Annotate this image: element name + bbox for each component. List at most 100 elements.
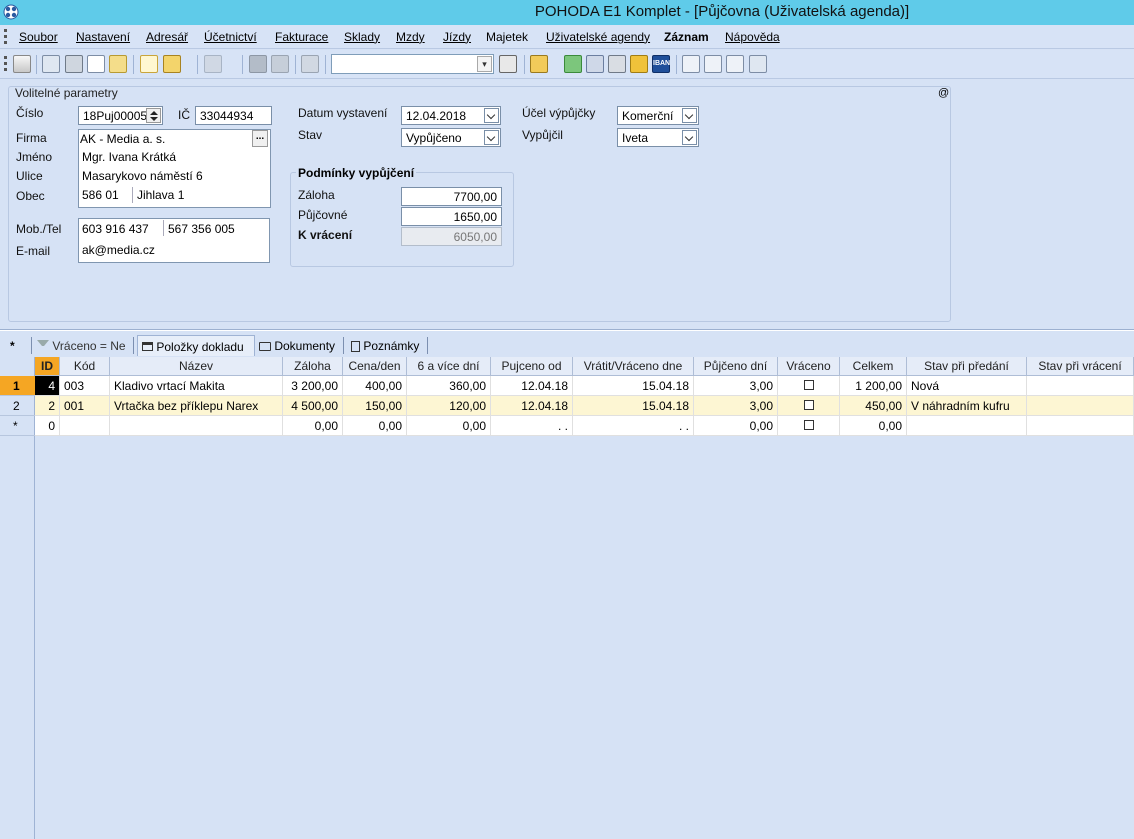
vraceno-checkbox[interactable] (803, 380, 814, 390)
datum-field[interactable]: 12.04.2018 (401, 106, 501, 125)
help-pointer-icon[interactable] (749, 55, 767, 73)
exit-icon[interactable] (13, 55, 31, 73)
menu-sklady[interactable]: Sklady (344, 30, 380, 44)
row-header[interactable]: 1 (0, 376, 35, 396)
col-cena-den[interactable]: Cena/den (343, 357, 407, 376)
chevron-down-icon[interactable]: ▾ (477, 56, 492, 72)
back-arrow-icon[interactable] (204, 55, 222, 73)
cell-vraceno[interactable] (778, 396, 840, 416)
number-spinner-icon[interactable] (146, 108, 161, 123)
row-header[interactable]: 2 (0, 396, 35, 416)
print-icon[interactable] (65, 55, 83, 73)
menu-napoveda[interactable]: Nápověda (725, 30, 780, 44)
coins-icon[interactable] (630, 55, 648, 73)
col-nazev[interactable]: Název (110, 357, 283, 376)
menu-mzdy[interactable]: Mzdy (396, 30, 425, 44)
pujcovne-field[interactable]: 1650,00 (401, 207, 502, 226)
cell-vraceni[interactable] (1027, 376, 1134, 396)
cell-nazev[interactable]: Kladivo vrtací Makita (110, 376, 283, 396)
row-header[interactable]: * (0, 416, 35, 436)
cell-vratit[interactable]: 15.04.18 (573, 396, 694, 416)
cell-cena[interactable]: 150,00 (343, 396, 407, 416)
col-id[interactable]: ID (35, 357, 60, 376)
cell-dni[interactable]: 3,00 (694, 396, 778, 416)
vraceno-checkbox[interactable] (803, 420, 814, 430)
cell-predani[interactable] (907, 416, 1027, 436)
menu-fakturace[interactable]: Fakturace (275, 30, 328, 44)
col-zaloha[interactable]: Záloha (283, 357, 343, 376)
tab-filter[interactable]: Vráceno = Ne (37, 335, 126, 356)
menu-soubor[interactable]: Soubor (19, 30, 58, 44)
email-value[interactable]: ak@media.cz (82, 243, 155, 257)
message-icon[interactable] (682, 55, 700, 73)
ulice-value[interactable]: Masarykovo náměstí 6 (82, 169, 203, 183)
splitter[interactable] (0, 329, 1134, 331)
duplicate-icon[interactable] (301, 55, 319, 73)
cell-sest[interactable]: 360,00 (407, 376, 491, 396)
save-all-icon[interactable] (271, 55, 289, 73)
cell-cena[interactable]: 400,00 (343, 376, 407, 396)
chevron-down-icon[interactable] (682, 108, 697, 123)
cell-vraceni[interactable] (1027, 416, 1134, 436)
menu-adresar[interactable]: Adresář (146, 30, 188, 44)
psc-value[interactable]: 586 01 (82, 188, 119, 202)
cell-cena[interactable]: 0,00 (343, 416, 407, 436)
menu-ucetnictvi[interactable]: Účetnictví (204, 30, 257, 44)
menu-uzivatelske-agendy[interactable]: Uživatelské agendy (546, 30, 650, 44)
tel-value[interactable]: 567 356 005 (168, 222, 235, 236)
copy-icon[interactable] (42, 55, 60, 73)
chevron-down-icon[interactable] (682, 130, 697, 145)
obec-value[interactable]: Jihlava 1 (137, 188, 184, 202)
tab-documents[interactable]: Dokumenty (259, 335, 335, 356)
zaloha-field[interactable]: 7700,00 (401, 187, 502, 206)
cell-zaloha[interactable]: 4 500,00 (283, 396, 343, 416)
table-row-new[interactable]: 0 0,00 0,00 0,00 . . . . 0,00 0,00 (35, 416, 1134, 436)
stav-select[interactable]: Vypůjčeno (401, 128, 501, 147)
cell-kod[interactable] (60, 416, 110, 436)
cell-kod[interactable]: 001 (60, 396, 110, 416)
email-at-icon[interactable]: @ (938, 87, 949, 99)
table-row[interactable]: 2 001 Vrtačka bez příklepu Narex 4 500,0… (35, 396, 1134, 416)
col-celkem[interactable]: Celkem (840, 357, 907, 376)
money-icon[interactable] (564, 55, 582, 73)
calculator-icon[interactable] (608, 55, 626, 73)
cell-predani[interactable]: Nová (907, 376, 1027, 396)
col-stav-predani[interactable]: Stav při předání (907, 357, 1027, 376)
ucel-select[interactable]: Komerční (617, 106, 699, 125)
vraceno-checkbox[interactable] (803, 400, 814, 410)
chevron-down-icon[interactable] (484, 108, 499, 123)
folder-icon[interactable] (530, 55, 548, 73)
table-row[interactable]: 4 003 Kladivo vrtací Makita 3 200,00 400… (35, 376, 1134, 396)
print-preview-icon[interactable] (87, 55, 105, 73)
firma-value[interactable]: AK - Media a. s. (80, 132, 165, 146)
cell-vraceno[interactable] (778, 416, 840, 436)
ic-field[interactable]: 33044934 (195, 106, 272, 125)
jmeno-value[interactable]: Mgr. Ivana Krátká (82, 150, 176, 164)
cell-id[interactable]: 0 (35, 416, 60, 436)
cell-celkem[interactable]: 1 200,00 (840, 376, 907, 396)
filter-list-icon[interactable] (499, 55, 517, 73)
menu-jizdy[interactable]: Jízdy (443, 30, 471, 44)
col-stav-vraceni[interactable]: Stav při vrácení (1027, 357, 1134, 376)
document-list-icon[interactable] (704, 55, 722, 73)
cell-kod[interactable]: 003 (60, 376, 110, 396)
cell-sest[interactable]: 0,00 (407, 416, 491, 436)
col-pujceno-od[interactable]: Pujceno od (491, 357, 573, 376)
cell-od[interactable]: 12.04.18 (491, 396, 573, 416)
edit-brush-icon[interactable] (163, 55, 181, 73)
report-icon[interactable] (109, 55, 127, 73)
cell-zaloha[interactable]: 0,00 (283, 416, 343, 436)
save-icon[interactable] (249, 55, 267, 73)
cell-vratit[interactable]: 15.04.18 (573, 376, 694, 396)
menu-nastaveni[interactable]: Nastavení (76, 30, 130, 44)
col-vraceno[interactable]: Vráceno (778, 357, 840, 376)
cell-id[interactable]: 4 (35, 376, 60, 396)
cell-celkem[interactable]: 0,00 (840, 416, 907, 436)
cell-celkem[interactable]: 450,00 (840, 396, 907, 416)
tab-notes[interactable]: Poznámky (351, 335, 419, 356)
quick-search-combo[interactable]: ▾ (331, 54, 494, 74)
table-icon[interactable] (586, 55, 604, 73)
col-pujceno-dni[interactable]: Půjčeno dní (694, 357, 778, 376)
cell-dni[interactable]: 0,00 (694, 416, 778, 436)
col-kod[interactable]: Kód (60, 357, 110, 376)
